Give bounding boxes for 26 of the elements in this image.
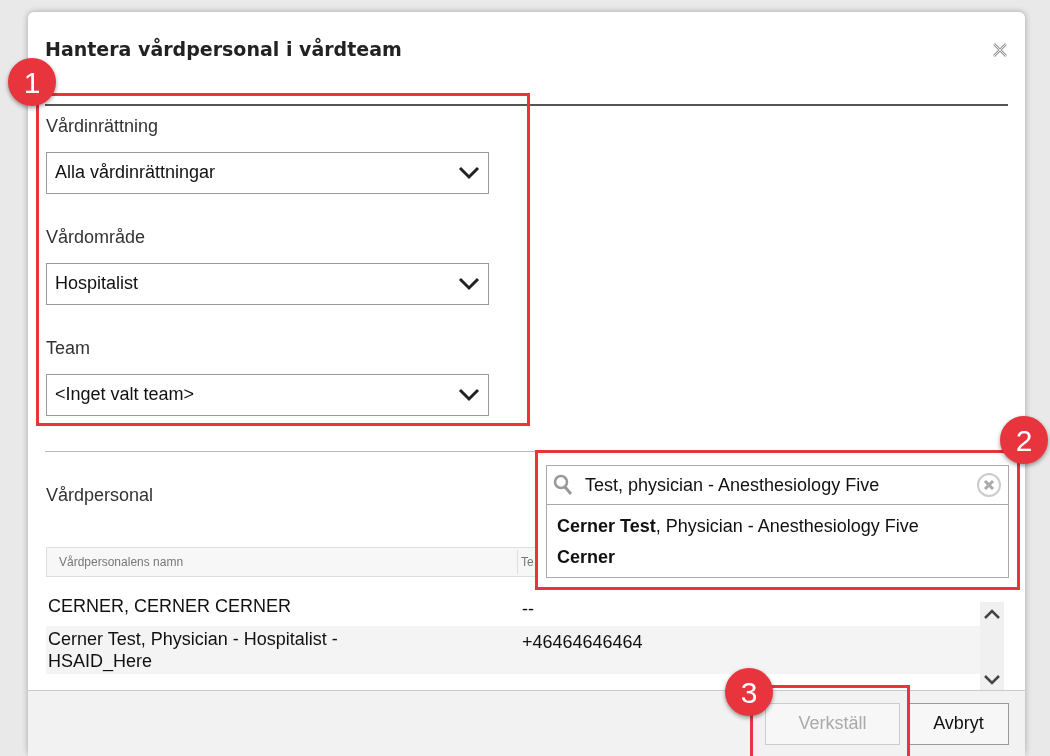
field-label: Vårdområde	[46, 226, 147, 248]
search-icon	[553, 474, 573, 496]
suggestion-item[interactable]: Cerner Test, Physician - Anesthesiology Five	[547, 511, 1008, 542]
search-field[interactable]: Test, physician - Anesthesiology Five	[546, 465, 1009, 505]
field-label: Vårdinrättning	[46, 115, 160, 137]
scroll-down-icon[interactable]	[983, 674, 1001, 686]
chevron-down-icon	[458, 166, 480, 181]
chevron-down-icon	[458, 388, 480, 403]
scroll-up-icon[interactable]	[983, 608, 1001, 620]
chevron-down-icon	[458, 277, 480, 292]
field-label: Team	[46, 337, 91, 359]
section-label: Vårdpersonal	[46, 484, 154, 506]
callout-badge: 2	[1000, 416, 1048, 464]
callout-badge: 1	[8, 58, 56, 106]
column-header: Vårdpersonalens namn	[58, 553, 185, 571]
suggestion-item[interactable]: Cerner	[547, 542, 1008, 573]
table-cell-text: --	[521, 597, 535, 621]
table-cell-text: CERNER, CERNER CERNER	[47, 594, 293, 618]
table-cell-text: +46464646464	[521, 630, 644, 654]
dropdown[interactable]: Alla vårdinrättningar	[46, 151, 489, 194]
footer-button[interactable]: Avbryt	[908, 702, 1009, 745]
dropdown[interactable]: <Inget valt team>	[46, 373, 489, 416]
table-cell-text: Cerner Test, Physician - Hospitalist - HSAID_Here	[47, 627, 339, 674]
scroll-bar[interactable]	[980, 602, 1004, 692]
close-icon[interactable]	[992, 42, 1008, 58]
dropdown[interactable]: Hospitalist	[46, 262, 489, 305]
